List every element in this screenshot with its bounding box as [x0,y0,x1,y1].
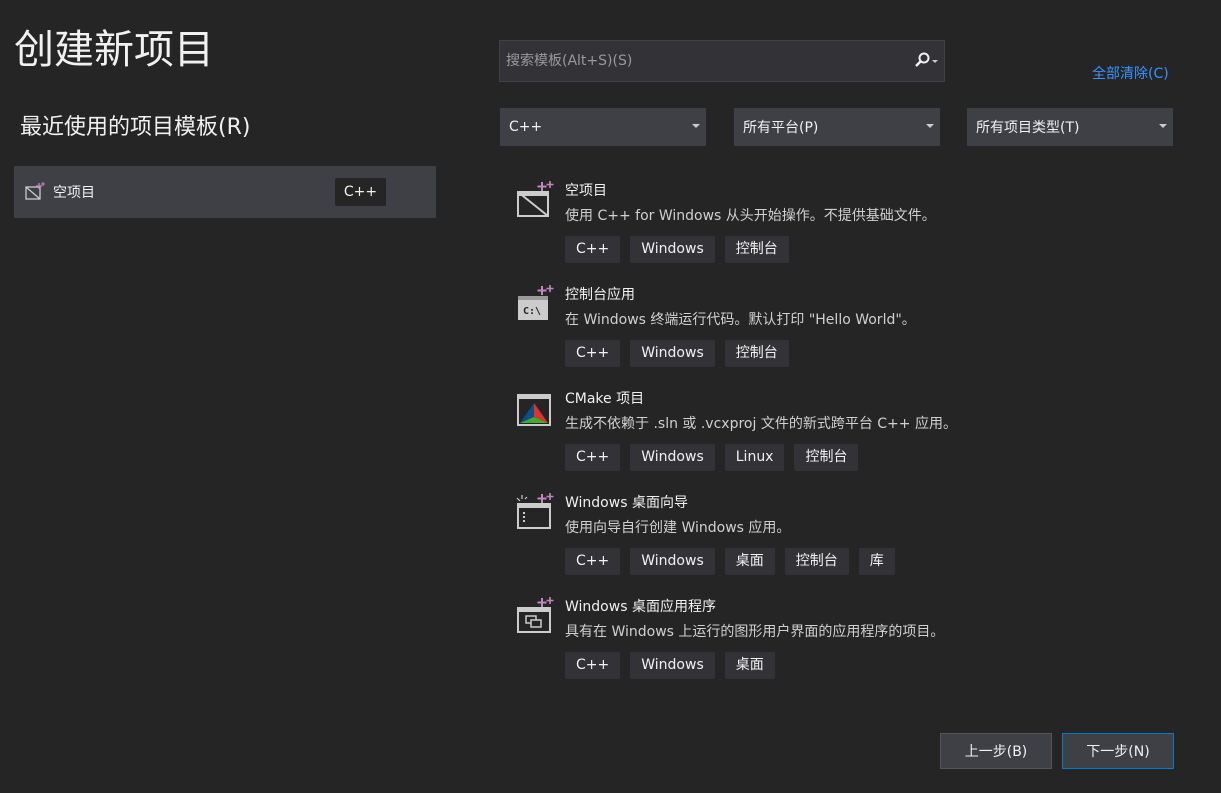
template-tag: 控制台 [724,236,789,263]
template-item-empty-project[interactable]: 空项目 使用 C++ for Windows 从头开始操作。不提供基础文件。 C… [500,170,1190,274]
project-type-dropdown[interactable]: 所有项目类型(T) [967,108,1173,146]
recent-templates-heading: 最近使用的项目模板(R) [20,115,251,140]
search-button[interactable] [908,41,944,81]
template-tag: C++ [565,548,621,575]
template-tags: C++ Windows 桌面 [565,652,775,679]
template-description: 在 Windows 终端运行代码。默认打印 "Hello World"。 [565,312,916,328]
template-name: 控制台应用 [565,287,635,303]
desktop-wizard-icon [516,493,554,529]
template-name: 空项目 [565,183,607,199]
desktop-app-icon [517,597,554,633]
platform-dropdown-value: 所有平台(P) [743,120,819,136]
platform-dropdown[interactable]: 所有平台(P) [734,108,940,146]
template-tag: Windows [630,652,715,679]
search-input[interactable] [500,52,908,70]
template-tag: C++ [565,236,621,263]
search-box [499,40,945,82]
template-tag: 控制台 [784,548,849,575]
language-dropdown-value: C++ [509,119,543,135]
console-app-icon: C:\ [518,285,554,320]
template-tag: Windows [630,548,715,575]
template-tag: 库 [858,548,895,575]
template-name: Windows 桌面向导 [565,495,688,511]
list-fade-overlay [500,690,1190,710]
template-tag: 控制台 [724,340,789,367]
template-tag: Linux [724,444,785,471]
language-dropdown[interactable]: C++ [500,108,706,146]
template-tag: C++ [565,340,621,367]
back-button[interactable]: 上一步(B) [940,733,1052,769]
template-item-desktop-wizard[interactable]: Windows 桌面向导 使用向导自行创建 Windows 应用。 C++ Wi… [500,482,1190,586]
chevron-down-icon [1159,124,1167,128]
recent-template-item[interactable]: 空项目 C++ [14,166,436,218]
page-title: 创建新项目 [14,27,214,73]
template-name: CMake 项目 [565,391,645,407]
project-type-dropdown-value: 所有项目类型(T) [976,120,1080,136]
empty-project-icon [25,182,45,200]
empty-project-icon [517,181,554,217]
template-tag: C++ [565,444,621,471]
template-description: 具有在 Windows 上运行的图形用户界面的应用程序的项目。 [565,624,945,640]
template-item-console-app[interactable]: C:\ 控制台应用 在 Windows 终端运行代码。默认打印 "Hello W… [500,274,1190,378]
template-list: 空项目 使用 C++ for Windows 从头开始操作。不提供基础文件。 C… [500,170,1190,706]
search-icon [915,52,938,67]
template-tag: Windows [630,340,715,367]
template-tag: C++ [565,652,621,679]
template-description: 使用 C++ for Windows 从头开始操作。不提供基础文件。 [565,208,936,224]
recent-template-tag: C++ [335,178,386,206]
recent-template-label: 空项目 [53,185,95,201]
template-tag: 桌面 [724,548,775,575]
template-tag: 桌面 [724,652,775,679]
cmake-icon [517,394,551,426]
template-tags: C++ Windows Linux 控制台 [565,444,859,471]
template-name: Windows 桌面应用程序 [565,599,716,615]
svg-text:C:\: C:\ [523,306,541,317]
chevron-down-icon [692,124,700,128]
template-tag: Windows [630,444,715,471]
template-item-cmake[interactable]: CMake 项目 生成不依赖于 .sln 或 .vcxproj 文件的新式跨平台… [500,378,1190,482]
template-tags: C++ Windows 控制台 [565,340,789,367]
chevron-down-icon [926,124,934,128]
next-button[interactable]: 下一步(N) [1062,733,1174,769]
template-tag: 控制台 [794,444,859,471]
template-description: 生成不依赖于 .sln 或 .vcxproj 文件的新式跨平台 C++ 应用。 [565,416,957,432]
template-tag: Windows [630,236,715,263]
template-description: 使用向导自行创建 Windows 应用。 [565,520,791,536]
template-item-desktop-app[interactable]: Windows 桌面应用程序 具有在 Windows 上运行的图形用户界面的应用… [500,586,1190,690]
template-tags: C++ Windows 控制台 [565,236,789,263]
clear-all-link[interactable]: 全部清除(C) [1092,63,1169,83]
template-tags: C++ Windows 桌面 控制台 库 [565,548,895,575]
